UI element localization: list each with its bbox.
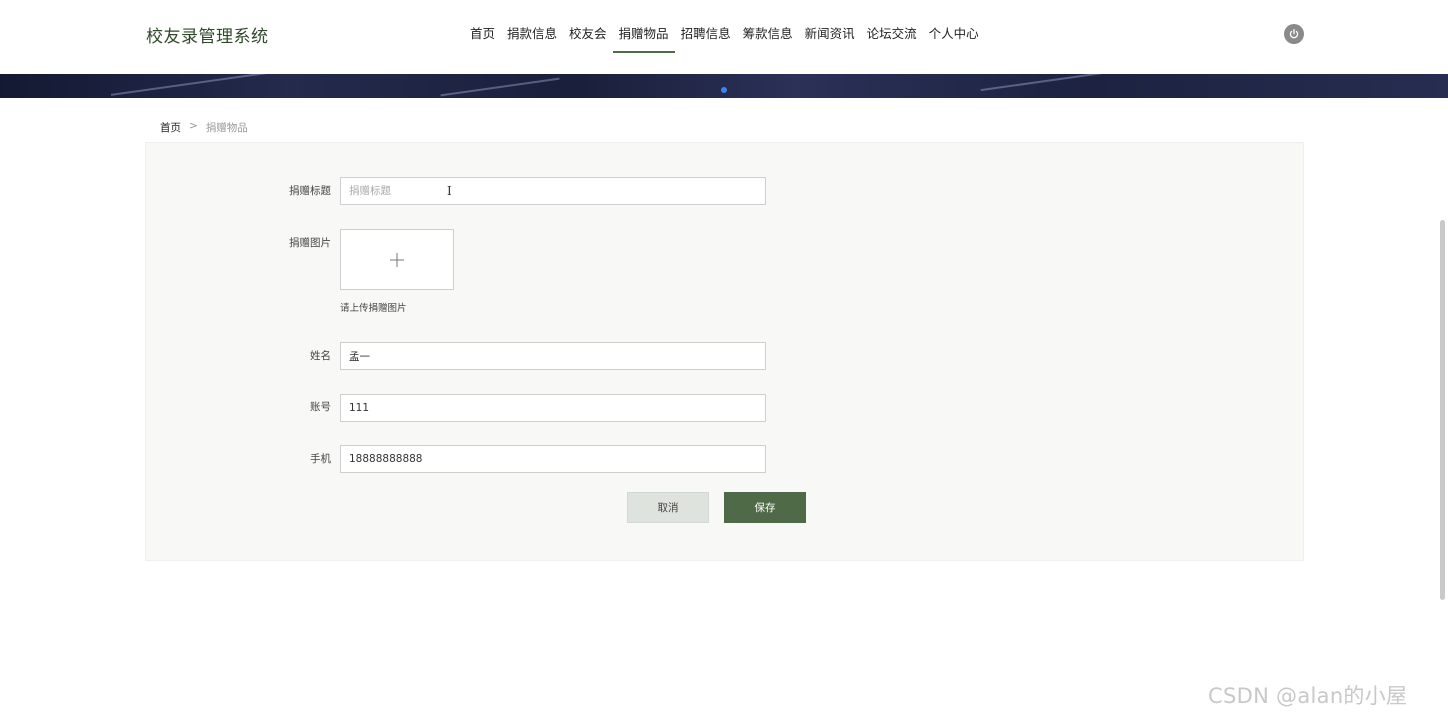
nav-item[interactable]: 筹款信息: [737, 0, 799, 74]
banner-light-streak: [440, 77, 560, 97]
save-button[interactable]: 保存: [724, 492, 806, 523]
nav-item[interactable]: 新闻资讯: [799, 0, 861, 74]
nav-item[interactable]: 捐款信息: [501, 0, 563, 74]
breadcrumb-separator: >: [189, 120, 198, 132]
page-scrollbar[interactable]: [1440, 220, 1445, 600]
nav-item[interactable]: 首页: [464, 0, 501, 74]
account-label: 账号: [310, 401, 331, 413]
banner-light-streak: [110, 74, 310, 96]
site-title[interactable]: 校友录管理系统: [146, 22, 269, 47]
breadcrumb: 首页 > 捐赠物品: [160, 120, 248, 135]
name-label: 姓名: [310, 350, 331, 362]
top-navigation-bar: 校友录管理系统 首页 捐款信息 校友会 捐赠物品 招聘信息 筹款信息 新闻资讯 论坛交流 个人中…: [0, 0, 1448, 74]
breadcrumb-home[interactable]: 首页: [160, 120, 181, 135]
plus-icon: [390, 252, 404, 267]
account-input[interactable]: [340, 394, 766, 422]
breadcrumb-current: 捐赠物品: [205, 122, 248, 134]
image-upload-hint: 请上传捐赠图片: [340, 303, 407, 314]
cancel-button[interactable]: 取消: [627, 492, 709, 523]
nav-item[interactable]: 招聘信息: [675, 0, 737, 74]
title-input[interactable]: [340, 177, 766, 205]
image-label: 捐赠图片: [289, 237, 331, 249]
hero-banner: [0, 74, 1448, 98]
name-input[interactable]: [340, 342, 766, 370]
phone-label: 手机: [310, 453, 331, 465]
title-label: 捐赠标题: [289, 185, 331, 197]
nav-item[interactable]: 个人中心: [923, 0, 985, 74]
power-icon[interactable]: [1284, 24, 1304, 44]
main-nav: 首页 捐款信息 校友会 捐赠物品 招聘信息 筹款信息 新闻资讯 论坛交流 个人中心: [464, 0, 985, 74]
nav-item[interactable]: 校友会: [563, 0, 613, 74]
banner-light-streak: [980, 74, 1140, 92]
nav-item[interactable]: 论坛交流: [861, 0, 923, 74]
power-symbol-icon: [1289, 28, 1299, 39]
phone-input[interactable]: [340, 445, 766, 473]
nav-item[interactable]: 捐赠物品: [612, 0, 675, 74]
watermark-text: CSDN @alan的小屋: [1208, 684, 1408, 708]
text-cursor-icon: I: [447, 184, 452, 198]
image-upload-button[interactable]: [340, 229, 454, 290]
carousel-indicator-dot[interactable]: [721, 87, 727, 93]
